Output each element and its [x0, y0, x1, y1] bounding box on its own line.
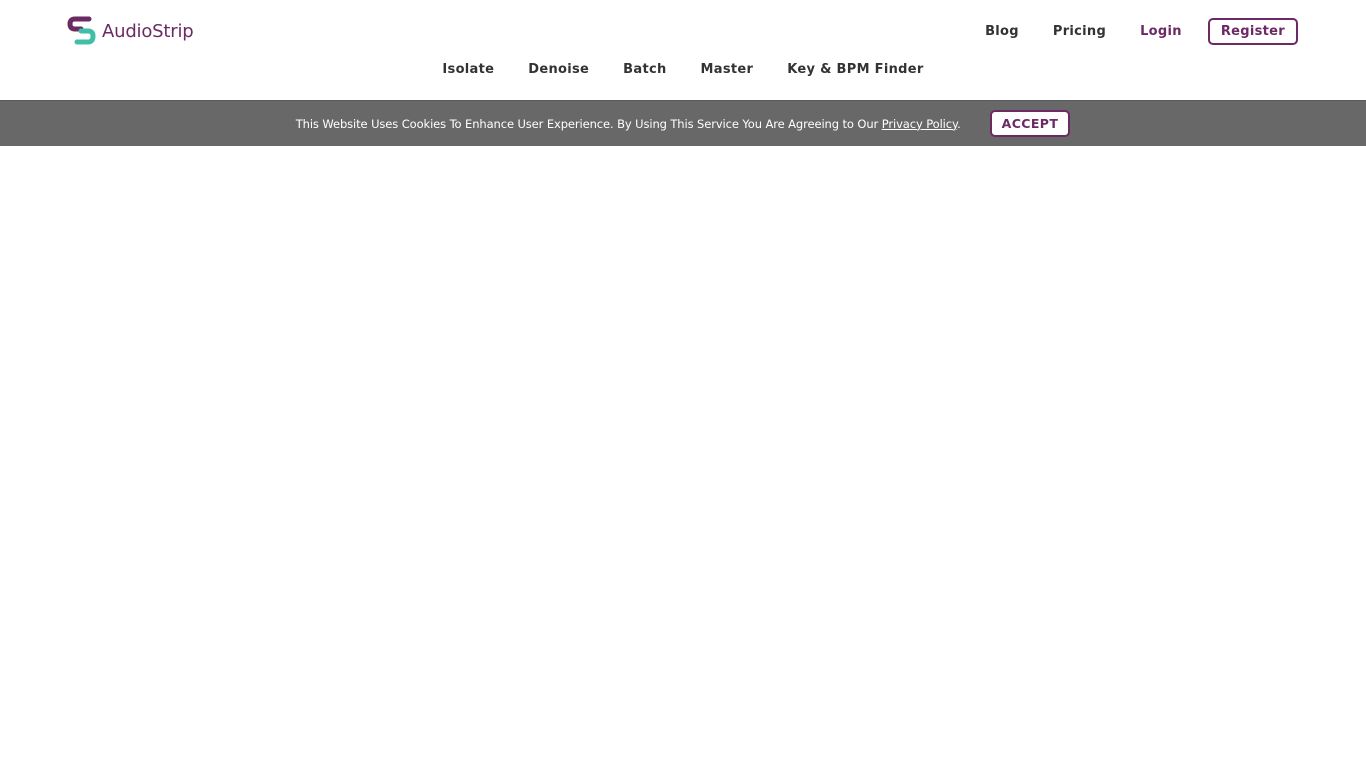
audiostrip-logo[interactable]: AudioStrip — [67, 15, 194, 47]
tools-nav-key-bpm-finder[interactable]: Key & BPM Finder — [787, 62, 923, 77]
cookie-message-suffix: . — [957, 116, 961, 131]
tools-nav-master[interactable]: Master — [701, 62, 754, 77]
privacy-policy-link[interactable]: Privacy Policy — [882, 117, 957, 131]
accept-cookies-button[interactable]: ACCEPT — [989, 110, 1071, 137]
nav-blog-link[interactable]: Blog — [985, 24, 1019, 39]
audiostrip-logo-icon — [67, 16, 96, 45]
tools-nav-batch[interactable]: Batch — [623, 62, 666, 77]
top-nav: Blog Pricing Login Register — [951, 17, 1298, 45]
brand-name: AudioStrip — [102, 20, 194, 42]
register-button[interactable]: Register — [1207, 17, 1298, 45]
site-header: AudioStrip Blog Pricing Login Register I… — [0, 0, 1366, 100]
tools-nav-isolate[interactable]: Isolate — [442, 62, 494, 77]
nav-pricing-link[interactable]: Pricing — [1053, 24, 1106, 39]
main-content — [0, 146, 1366, 768]
tools-nav-denoise[interactable]: Denoise — [528, 62, 589, 77]
cookie-banner: This Website Uses Cookies To Enhance Use… — [0, 100, 1366, 146]
login-link[interactable]: Login — [1140, 24, 1182, 39]
cookie-message: This Website Uses Cookies To Enhance Use… — [296, 117, 961, 131]
tools-nav: Isolate Denoise Batch Master Key & BPM F… — [0, 62, 1366, 77]
cookie-message-text: This Website Uses Cookies To Enhance Use… — [295, 116, 882, 131]
